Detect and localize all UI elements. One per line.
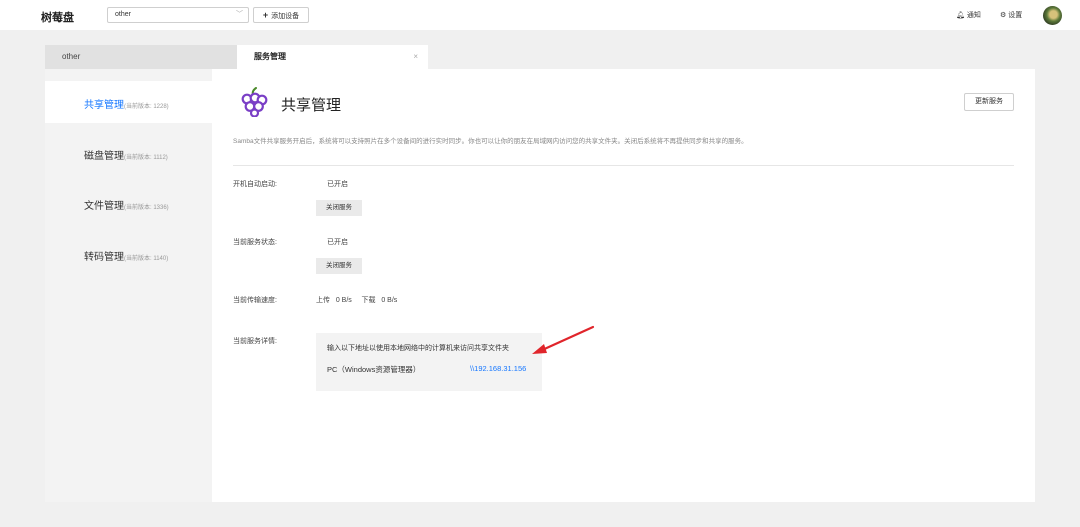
- details-intro: 输入以下地址以使用本地网络中的计算机来访问共享文件夹: [327, 345, 509, 352]
- sidebar-item-label: 文件管理: [84, 201, 124, 212]
- tab-other-label: other: [62, 52, 81, 61]
- sidebar-item-disk[interactable]: 磁盘管理(当前版本: 1112): [45, 132, 212, 174]
- close-icon[interactable]: ×: [413, 45, 418, 69]
- sidebar-item-label: 磁盘管理: [84, 151, 124, 162]
- pc-access-label: PC（Windows资源管理器）: [327, 365, 421, 374]
- sidebar-item-transcode[interactable]: 转码管理(当前版本: 1140): [45, 233, 212, 275]
- speed-value: 上传 0 B/s 下载 0 B/s: [316, 297, 398, 304]
- details-label: 当前服务详情:: [233, 338, 277, 345]
- device-select[interactable]: other ﹀: [107, 7, 249, 23]
- update-service-button[interactable]: 更新服务: [964, 93, 1014, 111]
- red-arrow-annotation: [532, 325, 595, 354]
- sidebar-item-share[interactable]: 共享管理(当前版本: 1228): [45, 81, 212, 123]
- pc-access-address-link[interactable]: \\192.168.31.156: [470, 364, 526, 373]
- content-panel: 共享管理(当前版本: 1228) 磁盘管理(当前版本: 1112) 文件管理(当…: [45, 69, 1035, 502]
- autostart-value: 已开启: [327, 181, 348, 188]
- service-details-box: 输入以下地址以使用本地网络中的计算机来访问共享文件夹 PC（Windows资源管…: [316, 333, 542, 391]
- service-main-panel: 共享管理 更新服务 Samba文件共享服务开启后，系统将可以支持照片在多个设备间…: [233, 69, 1014, 502]
- gear-icon: ⚙: [1000, 12, 1007, 19]
- status-off-button[interactable]: 关闭服务: [316, 258, 362, 274]
- sidebar-item-version: (当前版本: 1336): [124, 205, 169, 211]
- tab-service-management[interactable]: 服务管理 ×: [237, 45, 428, 69]
- app-logo: 树莓盘: [41, 12, 74, 24]
- bell-icon: 🔔︎: [956, 12, 965, 19]
- add-device-button[interactable]: + 添加设备: [253, 7, 309, 23]
- status-value: 已开启: [327, 239, 348, 246]
- status-label: 当前服务状态:: [233, 239, 277, 246]
- plus-icon: +: [262, 10, 269, 20]
- device-select-value: other: [115, 11, 131, 18]
- divider: [233, 165, 1014, 166]
- notification-label: 通知: [966, 12, 981, 19]
- service-description: Samba文件共享服务开启后，系统将可以支持照片在多个设备间的进行实时同步。你也…: [233, 138, 748, 145]
- chevron-down-icon: ﹀: [236, 11, 243, 18]
- sidebar-item-label: 共享管理: [84, 100, 124, 111]
- sidebar-item-label: 转码管理: [84, 252, 124, 263]
- autostart-off-button[interactable]: 关闭服务: [316, 200, 362, 216]
- sidebar: 共享管理(当前版本: 1228) 磁盘管理(当前版本: 1112) 文件管理(当…: [45, 69, 212, 502]
- add-device-label: 添加设备: [271, 13, 300, 20]
- notification-button[interactable]: 🔔︎ 通知: [956, 10, 981, 20]
- autostart-label: 开机自动启动:: [233, 181, 277, 188]
- tab-service-label: 服务管理: [254, 52, 286, 61]
- sidebar-item-file[interactable]: 文件管理(当前版本: 1336): [45, 182, 212, 224]
- sidebar-item-version: (当前版本: 1112): [124, 155, 168, 161]
- settings-label: 设置: [1008, 12, 1023, 19]
- top-bar: 树莓盘 other ﹀ + 添加设备 🔔︎ 通知 ⚙ 设置: [0, 0, 1080, 30]
- tab-other[interactable]: other: [45, 45, 237, 69]
- sidebar-item-version: (当前版本: 1140): [124, 256, 169, 262]
- page-title: 共享管理: [281, 97, 342, 114]
- sidebar-item-version: (当前版本: 1228): [124, 104, 169, 110]
- grape-icon: [241, 87, 268, 117]
- settings-button[interactable]: ⚙ 设置: [1000, 10, 1022, 20]
- speed-label: 当前传输速度:: [233, 297, 277, 304]
- avatar[interactable]: [1043, 6, 1062, 25]
